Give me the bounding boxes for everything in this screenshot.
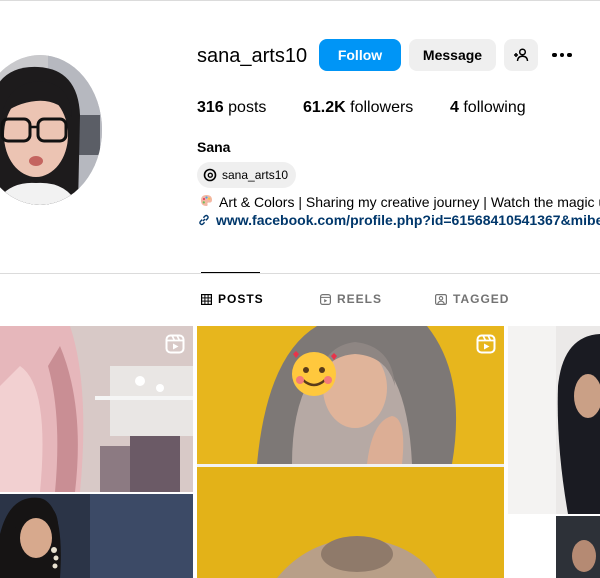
followers-count-value: 61.2K	[303, 99, 346, 116]
threads-badge[interactable]: sana_arts10	[197, 162, 297, 188]
tagged-icon	[435, 293, 447, 305]
following-count-label: following	[463, 99, 526, 116]
tab-posts[interactable]: POSTS	[201, 292, 264, 306]
profile-link[interactable]: www.facebook.com/profile.php?id=61568410…	[198, 212, 600, 228]
tab-tagged-label: TAGGED	[453, 292, 510, 306]
more-dots-icon	[552, 52, 557, 58]
grid-icon	[201, 293, 212, 305]
threads-handle: sana_arts10	[222, 168, 289, 182]
suggest-users-button[interactable]	[504, 39, 538, 71]
following-count-value: 4	[450, 99, 459, 116]
posts-count-label: posts	[228, 99, 267, 116]
tab-posts-label: POSTS	[218, 292, 264, 306]
post-tile-2[interactable]	[197, 326, 504, 578]
reel-badge-icon	[476, 334, 496, 354]
more-dot	[559, 52, 565, 58]
following-link[interactable]: 4 following	[450, 99, 526, 117]
reel-badge-icon	[165, 334, 185, 354]
reels-icon	[320, 293, 331, 305]
link-icon	[199, 214, 209, 226]
post-tile-5[interactable]	[556, 516, 600, 578]
bio-text: Art & Colors | Sharing my creative journ…	[219, 194, 600, 210]
message-button[interactable]: Message	[409, 39, 496, 71]
top-border	[0, 0, 600, 1]
profile-bio: Art & Colors | Sharing my creative journ…	[200, 194, 600, 210]
post-tile-3[interactable]	[0, 494, 193, 578]
tabs-divider	[0, 273, 600, 274]
profile-username: sana_arts10	[197, 45, 308, 67]
palette-icon	[200, 194, 213, 210]
threads-icon	[203, 168, 217, 182]
more-dot	[567, 52, 572, 58]
more-options-button[interactable]	[548, 45, 576, 65]
add-person-icon	[514, 48, 529, 62]
post-tile-4[interactable]	[508, 326, 600, 514]
tab-tagged[interactable]: TAGGED	[435, 292, 509, 306]
profile-full-name: Sana	[197, 139, 231, 155]
follow-button[interactable]: Follow	[319, 39, 401, 71]
profile-avatar[interactable]	[0, 55, 102, 205]
profile-link-text: www.facebook.com/profile.php?id=61568410…	[216, 212, 600, 228]
followers-link[interactable]: 61.2K followers	[303, 99, 413, 117]
tab-reels[interactable]: REELS	[320, 292, 382, 306]
post-tile-1[interactable]	[0, 326, 193, 492]
active-tab-indicator	[201, 272, 260, 273]
posts-count: 316 posts	[197, 99, 266, 117]
followers-count-label: followers	[350, 99, 414, 116]
posts-count-value: 316	[197, 99, 224, 116]
tab-reels-label: REELS	[337, 292, 383, 306]
